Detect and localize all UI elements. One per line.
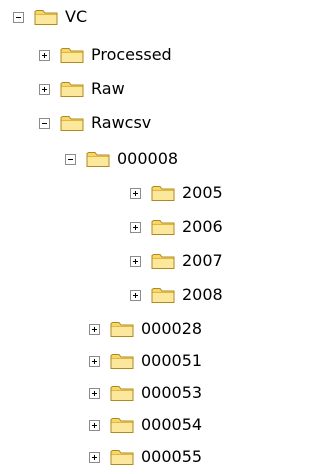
tree-node-label: 2006 bbox=[182, 217, 223, 236]
tree-node-000054[interactable]: 000054 bbox=[89, 410, 203, 440]
tree-node-raw[interactable]: Raw bbox=[39, 74, 126, 104]
expand-icon[interactable] bbox=[89, 355, 100, 367]
tree-node-2008[interactable]: 2008 bbox=[130, 280, 224, 310]
tree-node-label: Raw bbox=[91, 79, 125, 98]
folder-icon bbox=[60, 46, 84, 64]
folder-icon bbox=[60, 114, 84, 132]
expand-icon[interactable] bbox=[130, 289, 141, 301]
tree-node-000028[interactable]: 000028 bbox=[89, 314, 203, 344]
tree-node-label: 000054 bbox=[141, 415, 203, 434]
folder-icon bbox=[151, 286, 175, 304]
expand-icon[interactable] bbox=[39, 49, 50, 61]
expand-icon[interactable] bbox=[130, 221, 141, 233]
tree-node-000053[interactable]: 000053 bbox=[89, 378, 203, 408]
tree-node-label: 000051 bbox=[141, 351, 203, 370]
folder-tree: VC Processed Raw Rawcsv 000008 2005 2006 bbox=[0, 0, 246, 474]
folder-icon bbox=[34, 8, 58, 26]
tree-node-000055[interactable]: 000055 bbox=[89, 442, 203, 472]
tree-node-label: VC bbox=[65, 7, 88, 26]
expand-icon[interactable] bbox=[130, 255, 141, 267]
tree-node-label: 000008 bbox=[117, 149, 179, 168]
tree-node-label: 2007 bbox=[182, 251, 223, 270]
collapse-icon[interactable] bbox=[65, 153, 76, 165]
tree-node-000008[interactable]: 000008 bbox=[65, 144, 179, 174]
folder-icon bbox=[110, 384, 134, 402]
folder-icon bbox=[110, 320, 134, 338]
tree-node-label: 000028 bbox=[141, 319, 203, 338]
expand-icon[interactable] bbox=[89, 451, 100, 463]
expand-icon[interactable] bbox=[39, 83, 50, 95]
expand-icon[interactable] bbox=[130, 187, 141, 199]
folder-icon bbox=[151, 252, 175, 270]
tree-node-000051[interactable]: 000051 bbox=[89, 346, 203, 376]
folder-icon bbox=[151, 184, 175, 202]
collapse-icon[interactable] bbox=[13, 11, 24, 23]
expand-icon[interactable] bbox=[89, 323, 100, 335]
tree-node-vc[interactable]: VC bbox=[13, 2, 88, 32]
folder-icon bbox=[110, 448, 134, 466]
folder-icon bbox=[110, 416, 134, 434]
tree-node-label: 000053 bbox=[141, 383, 203, 402]
tree-node-processed[interactable]: Processed bbox=[39, 40, 173, 70]
tree-node-rawcsv[interactable]: Rawcsv bbox=[39, 108, 152, 138]
folder-icon bbox=[86, 150, 110, 168]
folder-icon bbox=[110, 352, 134, 370]
collapse-icon[interactable] bbox=[39, 117, 50, 129]
expand-icon[interactable] bbox=[89, 387, 100, 399]
tree-node-label: 000055 bbox=[141, 447, 203, 466]
tree-node-label: 2008 bbox=[182, 285, 223, 304]
tree-node-2006[interactable]: 2006 bbox=[130, 212, 224, 242]
expand-icon[interactable] bbox=[89, 419, 100, 431]
tree-node-2007[interactable]: 2007 bbox=[130, 246, 224, 276]
tree-node-label: Rawcsv bbox=[91, 113, 152, 132]
tree-node-2005[interactable]: 2005 bbox=[130, 178, 224, 208]
tree-node-label: Processed bbox=[91, 45, 172, 64]
folder-icon bbox=[151, 218, 175, 236]
tree-node-label: 2005 bbox=[182, 183, 223, 202]
folder-icon bbox=[60, 80, 84, 98]
